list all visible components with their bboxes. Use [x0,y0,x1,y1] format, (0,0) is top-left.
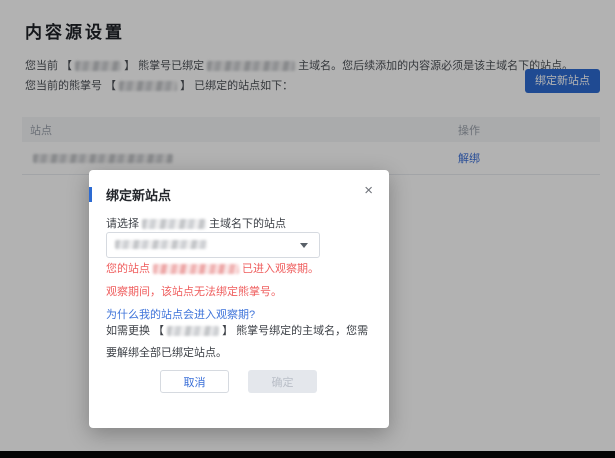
chevron-down-icon [300,243,308,248]
redacted-site-in-error [153,264,239,275]
select-label-text-a: 请选择 [106,218,139,230]
redacted-domain-in-label [142,219,206,230]
note-text: 如需更换 【】 熊掌号绑定的主域名，您需要解绑全部已绑定站点。 [106,320,378,364]
note-text-a: 如需更换 【 [106,325,165,337]
error-line1-text-b: 已进入观察期。 [242,263,319,275]
error-line1-text-a: 您的站点 [106,263,150,275]
redacted-account-in-note [167,326,220,337]
title-accent-bar [89,187,92,202]
redacted-selected-site [115,240,207,249]
content-source-settings-screen: 内容源设置 您当前 【】 熊掌号已绑定 主域名。您后续添加的内容源必须是该主域名下… [0,0,615,458]
select-label: 请选择 主域名下的站点 [106,215,286,231]
modal-title: 绑定新站点 [106,188,172,203]
error-line-2: 观察期间，该站点无法绑定熊掌号。 [106,286,282,298]
select-label-text-b: 主域名下的站点 [209,218,286,230]
cancel-button[interactable]: 取消 [160,370,229,393]
error-line-1: 您的站点 已进入观察期。 [106,260,319,276]
close-icon[interactable]: × [362,181,375,200]
bottom-black-bar [0,451,615,458]
bind-new-site-modal: 绑定新站点 × 请选择 主域名下的站点 您的站点 已进入观察期。 观察期间，该站点无… [89,170,389,428]
site-select-dropdown[interactable] [106,232,320,258]
confirm-button[interactable]: 确定 [248,370,317,393]
